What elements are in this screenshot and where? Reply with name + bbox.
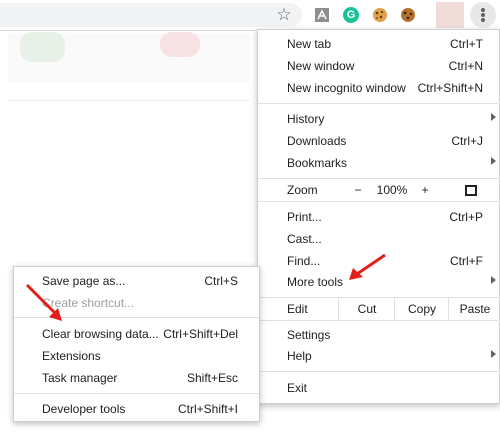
menu-item-label: Settings (287, 328, 331, 342)
menu-item-shortcut: Shift+Esc (186, 371, 238, 385)
fullscreen-icon[interactable] (465, 185, 477, 196)
menu-item-downloads[interactable]: Downloads Ctrl+J (258, 131, 500, 153)
menu-separator (14, 393, 259, 394)
more-tools-submenu: Save page as... Ctrl+S Create shortcut..… (13, 266, 260, 422)
menu-item-label: History (287, 112, 325, 126)
menu-item-label: New window (287, 59, 355, 73)
submenu-arrow-icon (491, 276, 496, 284)
paste-button[interactable]: Paste (448, 298, 500, 320)
menu-item-clear-browsing-data[interactable]: Clear browsing data... Ctrl+Shift+Del (14, 324, 259, 346)
menu-item-new-tab[interactable]: New tab Ctrl+T (258, 34, 500, 56)
menu-item-bookmarks[interactable]: Bookmarks (258, 153, 500, 175)
menu-item-label: Find... (287, 254, 321, 268)
zoom-level: 100% (376, 183, 408, 197)
menu-item-shortcut: Ctrl+S (204, 274, 238, 288)
menu-item-settings[interactable]: Settings (258, 325, 500, 347)
menu-item-more-tools[interactable]: More tools (258, 272, 500, 294)
zoom-label: Zoom (287, 183, 318, 197)
menu-item-developer-tools[interactable]: Developer tools Ctrl+Shift+I (14, 399, 259, 421)
menu-item-help[interactable]: Help (258, 346, 500, 368)
chrome-menu-button[interactable] (470, 2, 496, 28)
kebab-dot (481, 18, 485, 22)
menu-item-shortcut: Ctrl+J (451, 134, 483, 148)
menu-item-exit[interactable]: Exit (258, 378, 500, 400)
kebab-dot (481, 13, 485, 17)
menu-item-find[interactable]: Find... Ctrl+F (258, 251, 500, 273)
grammarly-extension-icon[interactable]: G (343, 7, 359, 23)
menu-item-print[interactable]: Print... Ctrl+P (258, 207, 500, 229)
edit-label: Edit (287, 302, 308, 316)
chrome-main-menu: New tab Ctrl+T New window Ctrl+N New inc… (257, 29, 500, 404)
menu-item-extensions[interactable]: Extensions (14, 346, 259, 368)
menu-item-label: Help (287, 349, 312, 363)
menu-item-create-shortcut: Create shortcut... (14, 293, 259, 315)
copy-button[interactable]: Copy (394, 298, 449, 320)
browser-toolbar: ☆ G (0, 0, 500, 31)
cookie-extension-icon[interactable] (372, 7, 388, 23)
page-blurred-content (20, 32, 65, 62)
menu-item-shortcut: Ctrl+P (449, 210, 483, 224)
menu-separator (258, 103, 500, 104)
cut-button[interactable]: Cut (338, 298, 395, 320)
page-blurred-content (160, 32, 200, 57)
profile-avatar[interactable] (436, 2, 464, 28)
zoom-out-button[interactable]: − (351, 183, 365, 197)
pdf-extension-icon[interactable] (314, 7, 330, 23)
menu-item-task-manager[interactable]: Task manager Shift+Esc (14, 368, 259, 390)
menu-item-label: Task manager (42, 371, 118, 385)
menu-item-new-incognito[interactable]: New incognito window Ctrl+Shift+N (258, 78, 500, 100)
edit-row: Edit Cut Copy Paste (258, 297, 500, 321)
menu-item-shortcut: Ctrl+F (450, 254, 483, 268)
zoom-row: Zoom − 100% + (258, 178, 500, 202)
menu-item-cast[interactable]: Cast... (258, 229, 500, 251)
submenu-arrow-icon (491, 350, 496, 358)
menu-item-label: Developer tools (42, 402, 126, 416)
menu-item-shortcut: Ctrl+N (448, 59, 483, 73)
menu-separator (258, 371, 500, 372)
address-bar[interactable] (0, 3, 302, 27)
menu-item-label: Extensions (42, 349, 101, 363)
zoom-in-button[interactable]: + (418, 183, 432, 197)
bookmark-star-icon[interactable]: ☆ (274, 5, 294, 25)
menu-item-label: Print... (287, 210, 322, 224)
menu-item-shortcut: Ctrl+Shift+I (177, 402, 238, 416)
menu-item-label: Downloads (287, 134, 347, 148)
menu-item-history[interactable]: History (258, 109, 500, 131)
menu-separator (14, 317, 259, 318)
menu-item-label: New tab (287, 37, 332, 51)
kebab-menu-icon (481, 8, 485, 12)
menu-item-label: Exit (287, 381, 308, 395)
cookie-editor-extension-icon[interactable] (400, 7, 416, 23)
fullscreen-corner (471, 190, 477, 196)
menu-item-shortcut: Ctrl+Shift+Del (163, 327, 238, 341)
menu-item-shortcut: Ctrl+Shift+N (417, 81, 483, 95)
menu-item-shortcut: Ctrl+T (450, 37, 483, 51)
submenu-arrow-icon (491, 157, 496, 165)
menu-item-new-window[interactable]: New window Ctrl+N (258, 56, 500, 78)
menu-item-label: Clear browsing data... (42, 327, 159, 341)
menu-item-label: Create shortcut... (42, 296, 135, 310)
page-divider (8, 100, 250, 101)
menu-item-label: Save page as... (42, 274, 126, 288)
menu-item-save-page[interactable]: Save page as... Ctrl+S (14, 271, 259, 293)
menu-item-label: More tools (287, 275, 344, 289)
menu-item-label: Cast... (287, 232, 322, 246)
submenu-arrow-icon (491, 113, 496, 121)
menu-item-label: New incognito window (287, 81, 406, 95)
menu-item-label: Bookmarks (287, 156, 348, 170)
